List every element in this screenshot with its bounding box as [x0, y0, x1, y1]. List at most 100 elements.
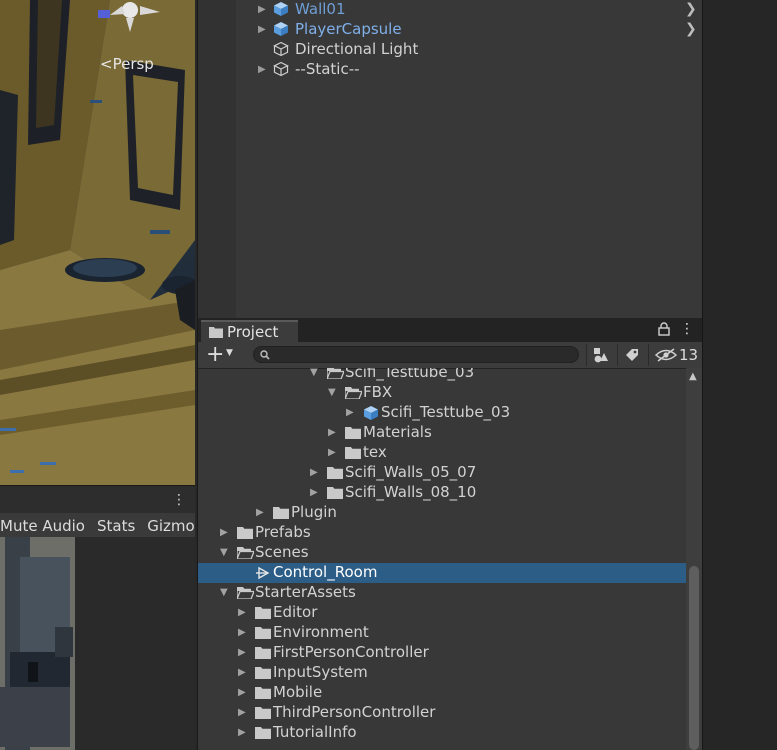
tree-item[interactable]: ▼ Scenes — [198, 543, 686, 563]
tree-item-label: Mobile — [273, 683, 323, 701]
tree-item[interactable]: ▶ TutorialInfo — [198, 723, 686, 743]
search-by-label-button[interactable] — [617, 344, 646, 366]
expand-arrow-down-icon[interactable]: ▼ — [220, 587, 228, 598]
stats-button[interactable]: Stats — [97, 517, 141, 535]
dropdown-arrow-icon: ▼ — [226, 348, 233, 358]
tree-item-label: tex — [363, 443, 387, 461]
hidden-packages-button[interactable]: 13 — [648, 344, 703, 366]
expand-arrow-down-icon[interactable]: ▼ — [328, 387, 336, 398]
project-tab-bar: Project ⋮ — [198, 318, 702, 342]
expand-arrow-right-icon[interactable]: ▶ — [328, 447, 336, 458]
tree-item[interactable]: ▼ StarterAssets — [198, 583, 686, 603]
hierarchy-item-label: --Static-- — [295, 60, 360, 78]
tab-label: Project — [227, 323, 279, 341]
game-render — [0, 537, 195, 750]
lock-icon[interactable] — [658, 322, 670, 336]
scene-view[interactable]: <Persp — [0, 0, 195, 485]
hidden-count: 13 — [679, 346, 699, 364]
create-button[interactable]: + ▼ — [204, 342, 238, 367]
game-view[interactable] — [0, 537, 195, 750]
folder-icon — [255, 605, 271, 623]
tree-item[interactable]: ▶ Plugin — [198, 503, 686, 523]
tree-item-label: Editor — [273, 603, 318, 621]
tree-item-label: Prefabs — [255, 523, 311, 541]
expand-arrow-right-icon[interactable]: ▶ — [238, 667, 246, 678]
tree-item[interactable]: ▶ Prefabs — [198, 523, 686, 543]
scrollbar[interactable]: ▲ — [686, 368, 702, 750]
tag-icon — [626, 349, 638, 361]
expand-arrow-right-icon[interactable]: ▶ — [238, 627, 246, 638]
folder-icon — [327, 465, 343, 483]
expand-arrow-right-icon[interactable]: ▶ — [238, 607, 246, 618]
scene-render — [0, 0, 195, 485]
tree-item[interactable]: ▶ Editor — [198, 603, 686, 623]
expand-arrow-right-icon[interactable]: ▶ — [310, 487, 318, 498]
mute-audio-button[interactable]: Mute Audio — [0, 517, 91, 535]
tab-project[interactable]: Project — [201, 320, 298, 342]
search-icon — [260, 350, 270, 360]
expand-arrow-right-icon[interactable]: ▶ — [220, 527, 228, 538]
folder-icon — [327, 485, 343, 503]
expand-arrow-right-icon[interactable]: ▶ — [346, 407, 354, 418]
tree-item[interactable]: ▶ tex — [198, 443, 686, 463]
persp-label[interactable]: <Persp — [100, 55, 154, 73]
project-toolbar: + ▼ 13 — [198, 342, 702, 369]
tree-item[interactable]: ▼ FBX — [198, 383, 686, 403]
expand-arrow-right-icon[interactable]: ▶ — [238, 687, 246, 698]
expand-arrow-icon[interactable]: ▶ — [258, 4, 266, 15]
expand-arrow-right-icon[interactable]: ▶ — [238, 707, 246, 718]
right-side-panel — [702, 0, 777, 750]
kebab-menu-icon[interactable]: ⋮ — [680, 321, 694, 337]
expand-arrow-right-icon[interactable]: ▶ — [256, 507, 264, 518]
tree-item-label: Plugin — [291, 503, 337, 521]
search-field[interactable] — [253, 346, 579, 363]
tree-item[interactable]: ▶ Mobile — [198, 683, 686, 703]
expand-arrow-down-icon[interactable]: ▼ — [220, 547, 228, 558]
hierarchy-item-wall01[interactable]: ▶ Wall01 ❯ — [198, 0, 702, 19]
tree-item[interactable]: ▶ Scifi_Walls_08_10 — [198, 483, 686, 503]
tree-item[interactable]: ▶ Scifi_Walls_05_07 — [198, 463, 686, 483]
folder-open-icon — [236, 585, 255, 603]
scrollbar-thumb[interactable] — [689, 566, 699, 750]
tree-item[interactable]: ▶ InputSystem — [198, 663, 686, 683]
hierarchy-panel: ▶ Wall01 ❯ ▶ PlayerCapsule ❯ Directional… — [197, 0, 702, 318]
tree-item[interactable]: ▶ Environment — [198, 623, 686, 643]
search-by-type-button[interactable] — [586, 344, 615, 366]
expand-arrow-icon[interactable]: ▶ — [258, 24, 266, 35]
tree-item[interactable]: ▼ Scifi_Testtube_03 — [198, 368, 686, 383]
tree-item-label: Scifi_Testtube_03 — [381, 403, 511, 421]
tree-item-label: Scifi_Walls_05_07 — [345, 463, 477, 481]
folder-icon — [255, 665, 271, 683]
tree-item[interactable]: Control_Room — [198, 563, 686, 583]
project-panel: Project ⋮ + ▼ 13 ▼ Scifi_Testtube_03 ▼ F… — [197, 318, 702, 750]
tree-item[interactable]: ▶ FirstPersonController — [198, 643, 686, 663]
expand-arrow-right-icon[interactable]: ▶ — [310, 467, 318, 478]
tree-item-label: Scenes — [255, 543, 309, 561]
hierarchy-item-label: Directional Light — [295, 40, 419, 58]
expand-arrow-icon[interactable]: ▶ — [258, 64, 266, 75]
tree-item[interactable]: ▶ ThirdPersonController — [198, 703, 686, 723]
tree-item[interactable]: ▶ Scifi_Testtube_03 — [198, 403, 686, 423]
expand-arrow-right-icon[interactable]: ▶ — [238, 647, 246, 658]
expand-arrow-down-icon[interactable]: ▼ — [310, 368, 318, 378]
hierarchy-item-playercapsule[interactable]: ▶ PlayerCapsule ❯ — [198, 19, 702, 39]
folder-open-icon — [344, 385, 363, 403]
gizmos-button[interactable]: Gizmos — [147, 517, 195, 535]
kebab-menu-icon[interactable]: ⋮ — [172, 492, 186, 508]
tree-item-label: Scifi_Walls_08_10 — [345, 483, 477, 501]
hierarchy-item-directional-light[interactable]: Directional Light — [198, 39, 702, 59]
folder-icon — [273, 505, 289, 523]
folder-icon — [345, 445, 361, 463]
expand-arrow-right-icon[interactable]: ▶ — [238, 727, 246, 738]
eye-hidden-icon — [655, 348, 677, 362]
search-input[interactable] — [274, 347, 564, 362]
hierarchy-item-static[interactable]: ▶ --Static-- — [198, 59, 702, 79]
chevron-right-icon[interactable]: ❯ — [685, 1, 697, 17]
folder-icon — [255, 685, 271, 703]
scroll-up-arrow-icon[interactable]: ▲ — [689, 371, 697, 382]
chevron-right-icon[interactable]: ❯ — [685, 21, 697, 37]
expand-arrow-right-icon[interactable]: ▶ — [328, 427, 336, 438]
tree-item[interactable]: ▶ Materials — [198, 423, 686, 443]
game-view-toolbar: ⋮ Mute Audio Stats Gizmos — [0, 485, 195, 538]
hierarchy-item-label: PlayerCapsule — [295, 20, 402, 38]
